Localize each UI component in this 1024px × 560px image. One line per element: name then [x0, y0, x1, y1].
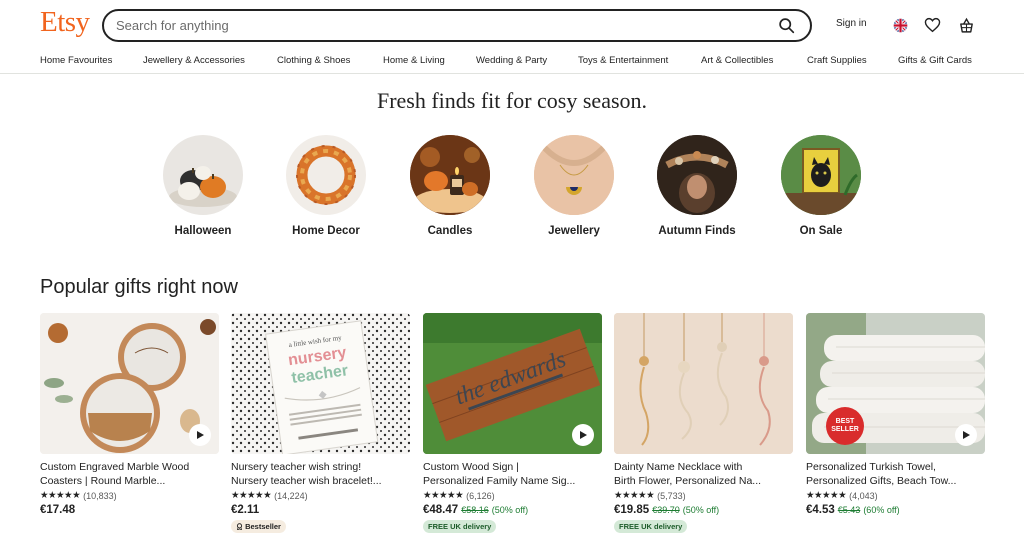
- basket-icon[interactable]: [956, 15, 976, 35]
- category-circle-home-decor[interactable]: Home Decor: [266, 135, 386, 237]
- header: Etsy Sign in: [0, 0, 1024, 50]
- circle-label: Jewellery: [548, 225, 600, 237]
- rating-stars-icon: ★★★★★: [614, 490, 655, 501]
- product-card-wood-sign[interactable]: the edwards Custom Wood Sign | Personali…: [423, 313, 602, 534]
- search-bar[interactable]: [102, 9, 812, 42]
- category-circle-candles[interactable]: Candles: [390, 135, 510, 237]
- price-row: €19.85 €39.70 (50% off): [614, 504, 793, 516]
- product-rating: ★★★★★ (10,833): [40, 490, 219, 501]
- award-icon: [236, 523, 243, 531]
- rating-stars-icon: ★★★★★: [423, 490, 464, 501]
- video-play-button[interactable]: [955, 424, 977, 446]
- product-title[interactable]: Custom Engraved Marble Wood Coasters | R…: [40, 460, 219, 488]
- product-card-wish-bracelet[interactable]: a little wish for my nursery teacher Nur…: [231, 313, 410, 534]
- uk-flag-icon[interactable]: [890, 15, 910, 35]
- category-nav: Home Favourites Jewellery & Accessories …: [0, 50, 1024, 74]
- best-seller-sticker: BEST SELLER: [826, 407, 864, 445]
- review-count: (4,043): [849, 490, 878, 501]
- product-price: €19.85: [614, 504, 650, 516]
- original-price: €5.43: [837, 505, 861, 515]
- review-count: (6,126): [466, 490, 495, 501]
- circle-label: Autumn Finds: [658, 225, 736, 237]
- product-card-name-necklace[interactable]: Dainty Name Necklace with Birth Flower, …: [614, 313, 793, 534]
- rating-stars-icon: ★★★★★: [231, 490, 272, 501]
- product-rating: ★★★★★ (14,224): [231, 490, 410, 501]
- nav-item-wedding-party[interactable]: Wedding & Party: [476, 55, 547, 66]
- category-circle-halloween[interactable]: Halloween: [143, 135, 263, 237]
- review-count: (10,833): [83, 490, 117, 501]
- product-price: €2.11: [231, 504, 260, 516]
- price-row: €2.11: [231, 504, 410, 516]
- discount-label: (60% off): [863, 505, 900, 515]
- circle-label: Home Decor: [292, 225, 360, 237]
- product-title[interactable]: Custom Wood Sign | Personalized Family N…: [423, 460, 602, 488]
- hero-title: Fresh finds fit for cosy season.: [376, 88, 648, 113]
- play-icon: [580, 431, 587, 439]
- product-title[interactable]: Nursery teacher wish string! Nursery tea…: [231, 460, 410, 488]
- product-card-marble-coasters[interactable]: Custom Engraved Marble Wood Coasters | R…: [40, 313, 219, 516]
- product-price: €17.48: [40, 504, 76, 516]
- product-image: a little wish for my nursery teacher: [231, 313, 410, 454]
- original-price: €39.70: [652, 505, 680, 515]
- category-circle-on-sale[interactable]: On Sale: [761, 135, 881, 237]
- nav-item-art-collectibles[interactable]: Art & Collectibles: [701, 55, 773, 66]
- product-price: €48.47: [423, 504, 459, 516]
- free-delivery-badge: FREE UK delivery: [423, 520, 497, 533]
- product-card-turkish-towel[interactable]: BEST SELLER Personalized Turkish Towel, …: [806, 313, 985, 516]
- on-sale-cat-portrait-image: [781, 135, 861, 215]
- sign-in-link[interactable]: Sign in: [836, 18, 867, 29]
- product-image: the edwards: [423, 313, 602, 454]
- discount-label: (50% off): [491, 505, 529, 515]
- nav-item-jewellery-accessories[interactable]: Jewellery & Accessories: [143, 55, 245, 66]
- video-play-button[interactable]: [572, 424, 594, 446]
- product-title[interactable]: Personalized Turkish Towel, Personalized…: [806, 460, 985, 488]
- discount-label: (50% off): [682, 505, 720, 515]
- halloween-pumpkins-image: [163, 135, 243, 215]
- bestseller-badge: Bestseller: [231, 520, 286, 533]
- review-count: (14,224): [274, 490, 308, 501]
- etsy-logo[interactable]: Etsy: [40, 6, 90, 39]
- product-image: [614, 313, 793, 454]
- product-image: BEST SELLER: [806, 313, 985, 454]
- circle-label: Candles: [427, 225, 473, 237]
- product-rating: ★★★★★ (4,043): [806, 490, 985, 501]
- jewellery-necklace-image: [534, 135, 614, 215]
- autumn-wreath-image: [286, 135, 366, 215]
- popular-gifts-heading: Popular gifts right now: [40, 276, 238, 298]
- rating-stars-icon: ★★★★★: [40, 490, 81, 501]
- free-delivery-badge: FREE UK delivery: [614, 520, 688, 533]
- product-rating: ★★★★★ (6,126): [423, 490, 602, 501]
- nav-item-craft-supplies[interactable]: Craft Supplies: [807, 55, 867, 66]
- category-circle-autumn-finds[interactable]: Autumn Finds: [637, 135, 757, 237]
- nav-item-gifts-gift-cards[interactable]: Gifts & Gift Cards: [898, 55, 972, 66]
- price-row: €48.47 €58.16 (50% off): [423, 504, 602, 516]
- search-input[interactable]: [116, 18, 774, 33]
- price-row: €4.53 €5.43 (60% off): [806, 504, 985, 516]
- product-image: [40, 313, 219, 454]
- play-icon: [197, 431, 204, 439]
- price-row: €17.48: [40, 504, 219, 516]
- favorites-heart-icon[interactable]: [922, 15, 942, 35]
- play-icon: [963, 431, 970, 439]
- rating-stars-icon: ★★★★★: [806, 490, 847, 501]
- candles-image: [410, 135, 490, 215]
- category-circle-jewellery[interactable]: Jewellery: [514, 135, 634, 237]
- nav-item-clothing-shoes[interactable]: Clothing & Shoes: [277, 55, 350, 66]
- video-play-button[interactable]: [189, 424, 211, 446]
- nav-item-home-favourites[interactable]: Home Favourites: [40, 55, 112, 66]
- product-rating: ★★★★★ (5,733): [614, 490, 793, 501]
- review-count: (5,733): [657, 490, 686, 501]
- nav-item-toys-entertainment[interactable]: Toys & Entertainment: [578, 55, 668, 66]
- autumn-flower-crown-image: [657, 135, 737, 215]
- search-button[interactable]: [774, 14, 798, 38]
- product-title[interactable]: Dainty Name Necklace with Birth Flower, …: [614, 460, 793, 488]
- circle-label: On Sale: [799, 225, 843, 237]
- search-icon: [778, 18, 794, 34]
- circle-label: Halloween: [174, 225, 232, 237]
- product-price: €4.53: [806, 504, 835, 516]
- nav-item-home-living[interactable]: Home & Living: [383, 55, 445, 66]
- original-price: €58.16: [461, 505, 489, 515]
